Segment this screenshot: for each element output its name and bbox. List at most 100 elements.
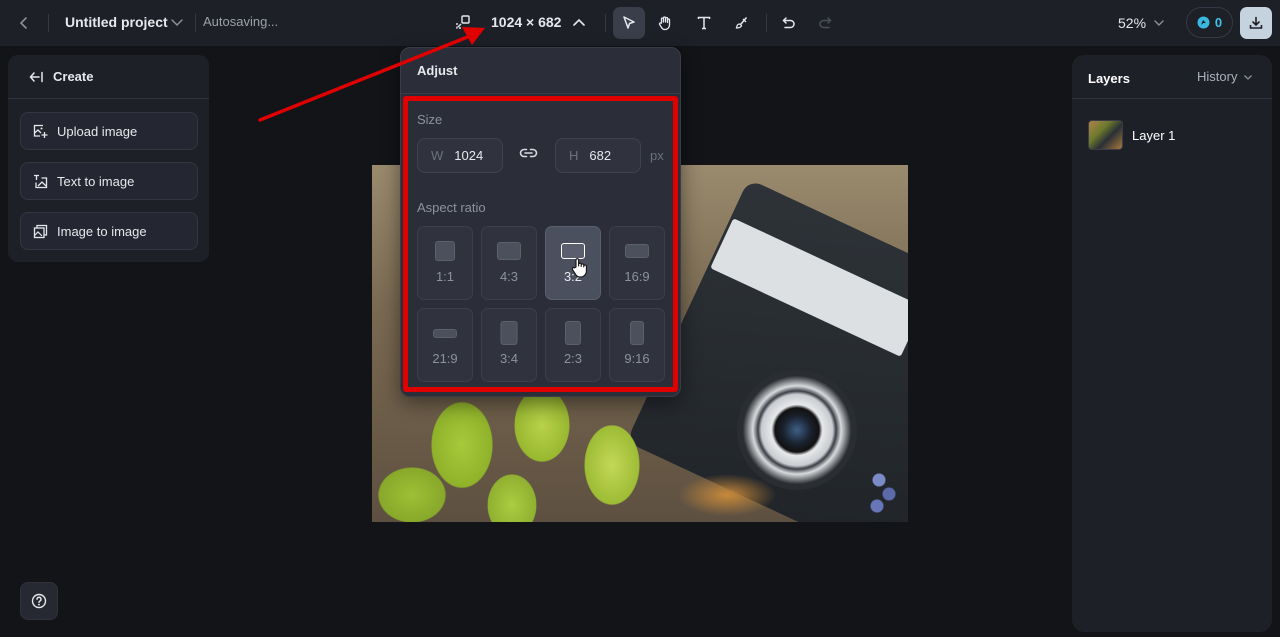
image-to-image-label: Image to image [57,223,147,239]
create-panel: Create Upload image Text to image Image … [8,55,209,262]
aspect-ratio-preview-icon [561,243,585,259]
lock-aspect-button[interactable] [519,146,538,165]
project-menu-button[interactable] [170,15,184,34]
text-to-image-label: Text to image [57,173,135,189]
help-circle-icon [31,593,47,609]
adjust-popover: Adjust Size W 1024 H 682 px Aspect ratio… [400,47,681,397]
divider [766,14,767,32]
adjust-title: Adjust [417,63,458,78]
aspect-ratio-label: 1:1 [435,269,455,284]
aspect-ratio-preview-icon [435,241,455,261]
aspect-ratio-label: 4:3 [499,269,519,284]
size-label: Size [417,112,443,127]
divider [48,14,49,32]
layer-item[interactable]: Layer 1 [1088,120,1175,150]
brush-icon [735,17,748,29]
layer-thumbnail [1088,120,1123,150]
select-tool[interactable] [613,7,645,39]
divider [195,14,196,32]
aspect-ratio-21-9[interactable]: 21:9 [417,308,473,382]
pointer-arrow-icon [623,16,635,29]
width-value: 1024 [454,148,484,163]
download-button[interactable] [1240,7,1272,39]
divider [605,14,606,32]
aspect-ratio-preview-icon [500,321,518,345]
aspect-ratio-preview-icon [433,328,457,338]
resize-canvas-icon [456,15,470,29]
hand-icon [658,16,671,31]
save-status: Autosaving... [203,14,279,29]
aspect-ratio-3-2[interactable]: 3:2 [545,226,601,300]
aspect-ratio-label: 21:9 [432,351,458,366]
project-title[interactable]: Untitled project [65,14,168,30]
photo-autumn-leaf [652,465,802,522]
link-icon [519,148,538,158]
image-to-image-button[interactable]: Image to image [20,212,198,250]
layers-panel-header: Layers History [1072,55,1272,99]
text-to-image-icon [34,174,48,188]
undo-icon [782,17,795,29]
height-field[interactable]: H 682 [555,138,641,173]
zoom-menu-button[interactable] [1153,16,1165,34]
adjust-header: Adjust [401,48,680,94]
redo-icon [819,17,832,29]
aspect-ratio-4-3[interactable]: 4:3 [481,226,537,300]
text-tool[interactable] [688,7,720,39]
collapse-left-icon [29,71,43,82]
aspect-ratio-1-1[interactable]: 1:1 [417,226,473,300]
history-tab[interactable]: History [1197,69,1253,84]
create-panel-title: Create [53,69,94,84]
help-button[interactable] [20,582,58,620]
credits-count: 0 [1214,15,1223,30]
text-to-image-button[interactable]: Text to image [20,162,198,200]
history-label: History [1197,69,1238,84]
chevron-down-icon [1154,20,1164,26]
unit-label: px [650,148,664,163]
canvas-size-toggle[interactable] [572,15,586,34]
layers-tab[interactable]: Layers [1088,71,1130,86]
aspect-ratio-label: 16:9 [624,269,650,284]
chevron-up-icon [573,18,585,26]
pan-tool[interactable] [649,7,681,39]
create-panel-header[interactable]: Create [8,55,209,99]
aspect-ratio-2-3[interactable]: 2:3 [545,308,601,382]
aspect-ratio-label: Aspect ratio [417,200,486,215]
resize-canvas-button[interactable] [455,14,471,30]
photo-berries [867,470,907,520]
chevron-down-icon [171,19,183,27]
image-to-image-icon [33,224,48,238]
upload-image-label: Upload image [57,123,138,139]
top-toolbar: Untitled project Autosaving... 1024 × 68… [0,0,1280,46]
aspect-ratio-label: 3:2 [563,269,583,284]
text-t-icon [697,16,711,30]
layer-name: Layer 1 [1132,127,1176,143]
aspect-ratio-3-4[interactable]: 3:4 [481,308,537,382]
aspect-ratio-label: 3:4 [499,351,519,366]
height-value: 682 [589,148,612,163]
aspect-ratio-label: 2:3 [563,351,583,366]
height-prefix: H [569,148,579,163]
undo-button[interactable] [773,7,805,39]
width-prefix: W [431,148,444,163]
upload-image-icon [33,124,48,138]
canvas-size-button[interactable]: 1024 × 682 [491,14,561,30]
back-button[interactable] [14,12,34,34]
zoom-level[interactable]: 52% [1118,15,1146,31]
brush-tool[interactable] [725,7,757,39]
aspect-ratio-preview-icon [625,244,649,258]
aspect-ratio-16-9[interactable]: 16:9 [609,226,665,300]
aspect-ratio-preview-icon [565,321,581,345]
aspect-ratio-9-16[interactable]: 9:16 [609,308,665,382]
redo-button[interactable] [809,7,841,39]
layers-panel: Layers History Layer 1 [1072,55,1272,632]
upload-image-button[interactable]: Upload image [20,112,198,150]
credit-token-icon [1197,16,1210,29]
width-field[interactable]: W 1024 [417,138,503,173]
download-icon [1249,16,1263,29]
chevron-down-icon [1244,74,1253,80]
aspect-ratio-preview-icon [497,242,521,260]
aspect-ratio-label: 9:16 [624,351,650,366]
credits-button[interactable]: 0 [1186,7,1233,38]
aspect-ratio-preview-icon [630,321,644,345]
chevron-left-icon [19,17,27,29]
